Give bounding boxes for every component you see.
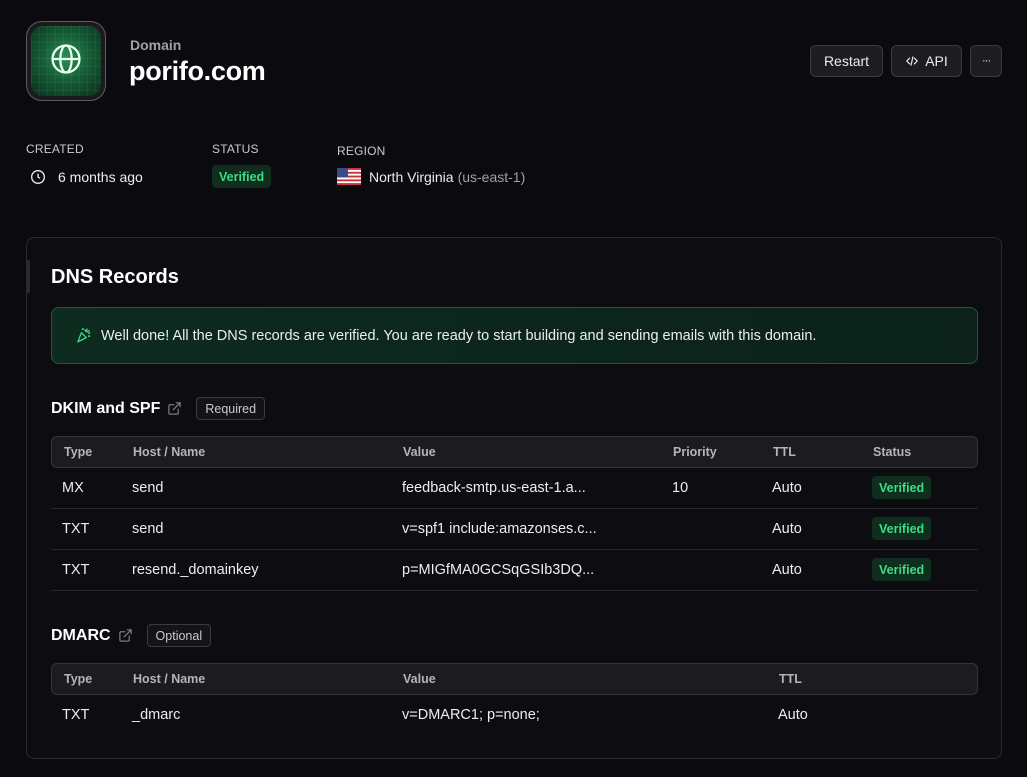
globe-icon bbox=[49, 42, 83, 81]
column-header-value: Value bbox=[403, 672, 436, 686]
dmarc-section-title: DMARC bbox=[51, 626, 111, 644]
status-badge: Verified bbox=[872, 558, 932, 581]
created-value: 6 months ago bbox=[30, 169, 143, 185]
external-link-icon[interactable] bbox=[118, 628, 133, 643]
record-host[interactable]: resend._domainkey bbox=[132, 562, 259, 578]
dkim-table-header: Type Host / Name Value Priority TTL Stat… bbox=[51, 436, 978, 468]
record-type: TXT bbox=[62, 521, 90, 537]
record-type: TXT bbox=[62, 562, 90, 578]
column-header-host: Host / Name bbox=[133, 445, 206, 459]
record-status: Verified bbox=[872, 517, 932, 544]
record-status: Verified bbox=[872, 558, 932, 585]
region-name: North Virginia bbox=[369, 168, 454, 185]
column-header-type: Type bbox=[64, 445, 93, 459]
dns-records-title: DNS Records bbox=[51, 266, 179, 288]
success-banner: Well done! All the DNS records are verif… bbox=[51, 307, 978, 364]
record-value[interactable]: v=spf1 include:amazonses.c... bbox=[402, 521, 597, 537]
dkim-table: Type Host / Name Value Priority TTL Stat… bbox=[51, 436, 978, 591]
dmarc-table: Type Host / Name Value TTL TXT _dmarc v=… bbox=[51, 663, 978, 736]
table-row: TXT send v=spf1 include:amazonses.c... A… bbox=[51, 509, 978, 550]
more-options-button[interactable]: ··· bbox=[970, 45, 1002, 77]
region-code: (us-east-1) bbox=[457, 168, 526, 185]
column-header-value: Value bbox=[403, 445, 436, 459]
table-row: TXT _dmarc v=DMARC1; p=none; Auto bbox=[51, 695, 978, 736]
table-row: TXT resend._domainkey p=MIGfMA0GCSqGSIb3… bbox=[51, 550, 978, 591]
record-ttl: Auto bbox=[772, 480, 802, 496]
api-button-label: API bbox=[925, 53, 948, 69]
us-flag-icon bbox=[337, 168, 361, 185]
record-status: Verified bbox=[872, 476, 932, 503]
page-eyebrow: Domain bbox=[130, 37, 182, 53]
status-label: STATUS bbox=[212, 142, 259, 156]
domain-page: Domain porifo.com Restart API ··· CREATE… bbox=[0, 0, 1027, 777]
record-type: TXT bbox=[62, 707, 90, 723]
column-header-ttl: TTL bbox=[773, 445, 796, 459]
status-badge: Verified bbox=[212, 165, 272, 188]
column-header-host: Host / Name bbox=[133, 672, 206, 686]
created-label: CREATED bbox=[26, 142, 84, 156]
record-ttl: Auto bbox=[778, 707, 808, 723]
record-value[interactable]: feedback-smtp.us-east-1.a... bbox=[402, 480, 586, 496]
record-value[interactable]: p=MIGfMA0GCSqGSIb3DQ... bbox=[402, 562, 594, 578]
domain-logo bbox=[26, 21, 106, 101]
party-popper-icon bbox=[75, 327, 92, 344]
dmarc-section-header: DMARC Optional bbox=[51, 624, 212, 647]
code-icon bbox=[905, 54, 919, 68]
api-button[interactable]: API bbox=[891, 45, 962, 77]
record-value[interactable]: v=DMARC1; p=none; bbox=[402, 707, 540, 723]
record-host[interactable]: send bbox=[132, 521, 163, 537]
table-row: MX send feedback-smtp.us-east-1.a... 10 … bbox=[51, 468, 978, 509]
dkim-section-header: DKIM and SPF Required bbox=[51, 397, 266, 420]
restart-button-label: Restart bbox=[823, 53, 870, 69]
dkim-section-title: DKIM and SPF bbox=[51, 399, 161, 417]
dns-records-card: DNS Records Well done! All the DNS recor… bbox=[26, 237, 1002, 759]
card-accent-bar bbox=[26, 260, 30, 293]
region-label: REGION bbox=[337, 144, 386, 158]
status-badge: Verified bbox=[872, 476, 932, 499]
created-value-text: 6 months ago bbox=[58, 169, 143, 185]
restart-button[interactable]: Restart bbox=[810, 45, 883, 77]
region-value: North Virginia (us-east-1) bbox=[337, 168, 525, 185]
record-host[interactable]: send bbox=[132, 480, 163, 496]
status-badge: Verified bbox=[872, 517, 932, 540]
record-type: MX bbox=[62, 480, 84, 496]
record-ttl: Auto bbox=[772, 562, 802, 578]
required-tag: Required bbox=[196, 397, 266, 420]
column-header-ttl: TTL bbox=[779, 672, 802, 686]
dmarc-table-header: Type Host / Name Value TTL bbox=[51, 663, 978, 695]
column-header-status: Status bbox=[873, 445, 912, 459]
column-header-priority: Priority bbox=[673, 445, 717, 459]
clock-icon bbox=[30, 169, 46, 185]
record-priority[interactable]: 10 bbox=[672, 480, 688, 496]
success-banner-text: Well done! All the DNS records are verif… bbox=[101, 327, 817, 344]
more-icon: ··· bbox=[982, 55, 991, 67]
status-value: Verified bbox=[212, 165, 272, 188]
column-header-type: Type bbox=[64, 672, 93, 686]
record-host[interactable]: _dmarc bbox=[132, 707, 180, 723]
optional-tag: Optional bbox=[146, 624, 212, 647]
page-title: porifo.com bbox=[129, 56, 266, 86]
record-ttl: Auto bbox=[772, 521, 802, 537]
external-link-icon[interactable] bbox=[167, 401, 182, 416]
